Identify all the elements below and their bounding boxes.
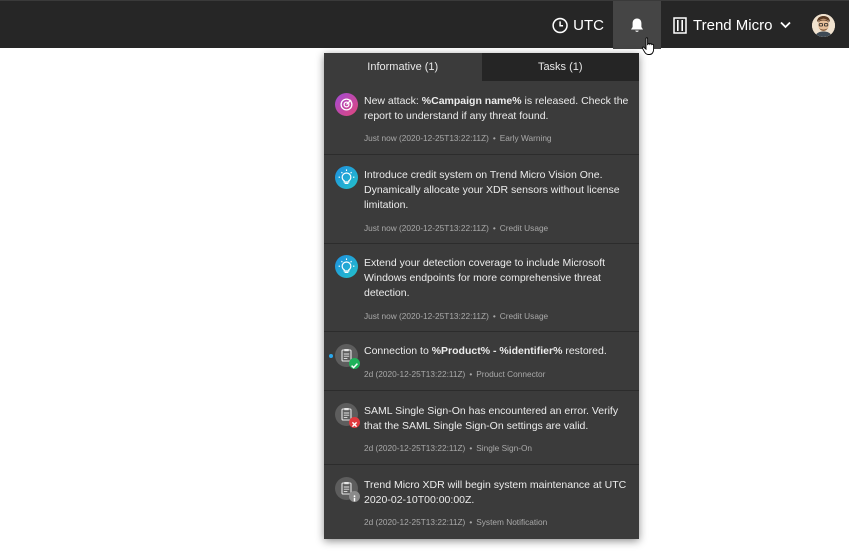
success-badge-icon <box>349 358 360 369</box>
message-text: Connection to <box>364 345 432 357</box>
meta-separator: • <box>469 369 473 379</box>
notifications-panel: Informative (1) Tasks (1) New attack: %C… <box>324 53 639 539</box>
notification-time: Just now (2020-12-25T13:22:11Z) <box>364 311 489 321</box>
notification-time: 2d (2020-12-25T13:22:11Z) <box>364 443 466 453</box>
notification-meta: Just now (2020-12-25T13:22:11Z) • Early Wa… <box>364 133 552 143</box>
notification-meta: Just now (2020-12-25T13:22:11Z) • Credit U… <box>364 223 548 233</box>
notification-meta: Just now (2020-12-25T13:22:11Z) • Credit U… <box>364 311 548 321</box>
meta-separator: • <box>469 517 473 527</box>
meta-separator: • <box>492 311 496 321</box>
meta-separator: • <box>469 443 473 453</box>
notification-item[interactable]: Introduce credit system on Trend Micro V… <box>324 155 639 244</box>
unread-indicator-dot <box>329 354 333 358</box>
organization-switcher[interactable]: Trend Micro <box>673 1 793 49</box>
notification-item[interactable]: Trend Micro XDR will begin system mainte… <box>324 465 639 539</box>
notification-time: Just now (2020-12-25T13:22:11Z) <box>364 223 489 233</box>
notification-message: Trend Micro XDR will begin system mainte… <box>364 479 627 506</box>
notification-meta: 2d (2020-12-25T13:22:11Z) • Product Connec… <box>364 369 545 379</box>
notification-message: New attack: %Campaign name% is released.… <box>364 94 630 124</box>
chevron-down-icon <box>780 21 792 29</box>
notification-category: Product Connector <box>476 369 546 379</box>
user-portrait-icon <box>812 14 835 37</box>
message-text: restored. <box>562 345 607 357</box>
product-identifier-placeholder: %Product% - %identifier% <box>431 345 563 357</box>
notification-message: Extend your detection coverage to includ… <box>364 257 606 299</box>
error-badge-icon <box>349 417 360 428</box>
notification-item[interactable]: SAML Single Sign-On has encountered an e… <box>324 391 639 465</box>
building-icon <box>673 16 687 34</box>
notification-meta: 2d (2020-12-25T13:22:11Z) • System Notific… <box>364 517 547 527</box>
notification-message: SAML Single Sign-On has encountered an e… <box>364 405 619 432</box>
clipboard-error-icon <box>335 403 360 428</box>
clipboard-info-icon <box>335 477 360 502</box>
notification-message: Introduce credit system on Trend Micro V… <box>364 169 620 211</box>
notification-category: System Notification <box>476 517 548 527</box>
notification-category: Credit Usage <box>499 311 549 321</box>
tab-informative[interactable]: Informative (1) <box>324 53 482 81</box>
organization-label: Trend Micro <box>693 16 773 34</box>
notification-item[interactable]: New attack: %Campaign name% is released.… <box>324 81 639 155</box>
bell-icon <box>631 18 643 32</box>
notification-meta: 2d (2020-12-25T13:22:11Z) • Single Sign-On <box>364 443 532 453</box>
clipboard-success-icon <box>335 344 360 369</box>
message-text: New attack: <box>364 95 422 107</box>
top-navigation-bar: UTC Trend Micro <box>0 0 849 49</box>
timezone-label: UTC <box>573 16 604 34</box>
notification-category: Credit Usage <box>499 223 549 233</box>
notification-category: Early Warning <box>499 133 552 143</box>
campaign-name-placeholder: %Campaign name% <box>421 95 522 107</box>
notification-tabs: Informative (1) Tasks (1) <box>324 53 639 81</box>
lightbulb-icon <box>335 255 358 278</box>
hand-pointer-cursor <box>641 37 655 55</box>
notification-item[interactable]: Extend your detection coverage to includ… <box>324 244 639 332</box>
notification-item[interactable]: Connection to %Product% - %identifier% r… <box>324 332 639 391</box>
target-icon <box>335 93 358 116</box>
tab-tasks[interactable]: Tasks (1) <box>481 53 639 81</box>
clock-icon <box>552 17 568 33</box>
notification-message: Connection to %Product% - %identifier% r… <box>364 344 630 359</box>
user-avatar[interactable] <box>812 14 835 37</box>
meta-separator: • <box>492 133 496 143</box>
notification-time: 2d (2020-12-25T13:22:11Z) <box>364 517 466 527</box>
lightbulb-icon <box>335 166 358 189</box>
timezone-button[interactable]: UTC <box>552 1 604 49</box>
info-badge-icon <box>349 491 360 502</box>
notification-time: 2d (2020-12-25T13:22:11Z) <box>364 369 466 379</box>
notification-category: Single Sign-On <box>476 443 533 453</box>
meta-separator: • <box>492 223 496 233</box>
notification-time: Just now (2020-12-25T13:22:11Z) <box>364 133 489 143</box>
